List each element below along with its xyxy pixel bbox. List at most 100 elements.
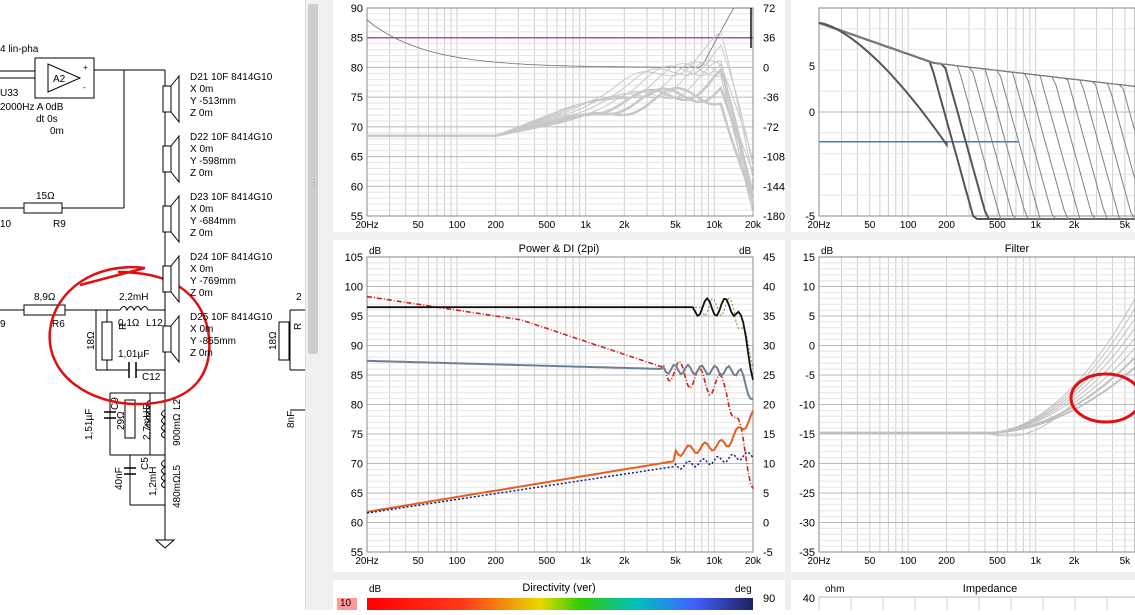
x-tick-label: 1k — [580, 556, 592, 567]
response-curve — [367, 44, 754, 167]
response-curve — [367, 63, 754, 162]
y-tick-label: 65 — [351, 488, 363, 500]
x-tick-label: 5k — [670, 556, 682, 567]
l5-value: 1,2mH — [148, 467, 159, 496]
directivity-curve — [818, 22, 1135, 87]
y-tick-label: 100 — [345, 282, 363, 294]
l2-name: L2 — [172, 398, 183, 410]
y-tick-label: 90 — [351, 3, 363, 15]
svg-text:+: + — [83, 63, 88, 72]
driver-z: Z 0m — [190, 168, 213, 179]
x-tick-label: 10k — [706, 220, 723, 231]
svg-text:A2: A2 — [53, 74, 66, 85]
right-cut-label: 2 — [296, 292, 302, 303]
y-tick-label: 80 — [351, 400, 363, 412]
driver-x: X 0m — [190, 264, 213, 275]
chart-grid — [818, 256, 1135, 553]
di-tick-label: 0 — [763, 518, 769, 530]
amp-info-3: 0m — [50, 126, 64, 137]
directivity-curve — [818, 22, 1135, 220]
x-tick-label: 500 — [989, 220, 1006, 231]
amp-ref: U33 — [0, 88, 19, 99]
directivity-curve — [818, 22, 1135, 220]
x-tick-label: 100 — [900, 220, 917, 231]
directivity-curve — [818, 22, 1135, 220]
x-tick-label: 5k — [1120, 556, 1132, 567]
y-tick-label: 55 — [351, 211, 363, 223]
x-tick-label: 2k — [619, 220, 631, 231]
power-di-chart: 20Hz 50 100 200 500 1k 2k 5k 10k 20kPower & DI (2… — [345, 243, 776, 567]
y-tick-label: 105 — [345, 252, 363, 264]
c12-name: C12 — [142, 372, 161, 383]
directivity-panel[interactable]: Directivity (ver) dB deg 10 90 — [333, 580, 785, 610]
di-curve — [366, 410, 754, 513]
inductor-l2[interactable] — [161, 409, 167, 439]
spl-right-chart: 20Hz 50 100 200 500 1k 2k 5k50-5 — [805, 7, 1135, 231]
driver-y: Y -513mm — [190, 96, 236, 107]
filter-curve — [819, 298, 1135, 434]
vertical-scrollbar[interactable]: ⋮ — [305, 0, 321, 610]
y-tick-label: 95 — [351, 311, 363, 323]
y-tick-label: 65 — [351, 152, 363, 164]
c12-value: 1,01µF — [118, 349, 149, 360]
y-tick-label: 0 — [809, 341, 815, 353]
x-tick-label: 500 — [539, 556, 556, 567]
y-tick-label: -5 — [805, 211, 815, 223]
chart-title: Power & DI (2pi) — [519, 243, 600, 255]
l12-value: 2,2mH — [119, 292, 148, 303]
driver-x: X 0m — [190, 204, 213, 215]
right-tick: 90 — [763, 593, 775, 605]
power-di-panel[interactable]: 20Hz 50 100 200 500 1k 2k 5k 10k 20k Power & DI (2… — [333, 240, 785, 572]
directivity-colormap — [367, 598, 753, 610]
x-tick-label: 2k — [619, 556, 631, 567]
filter-panel[interactable]: 20Hz 50 100 200 500 1k 2k 5k Filter dB 15 10 5 0 -5 -10… — [791, 240, 1135, 572]
driver-z: Z 0m — [190, 228, 213, 239]
impedance-chart: Impedance ohm 40 — [803, 583, 1135, 610]
c9-value: 1,51µF — [84, 409, 95, 440]
response-curve — [367, 67, 755, 204]
resistor-r6[interactable] — [23, 304, 66, 316]
y-tick-label: 75 — [351, 92, 363, 104]
directivity-curve — [818, 22, 1135, 220]
resistor-right[interactable] — [278, 321, 290, 361]
y-tick-label: 10 — [803, 282, 815, 294]
di-tick-label: 25 — [763, 370, 775, 382]
inductor-l12[interactable] — [119, 306, 149, 312]
y-tick-label: 70 — [351, 459, 363, 471]
y-tick-label: -30 — [799, 518, 815, 530]
directivity-curve — [818, 21, 1135, 220]
driver-z: Z 0m — [190, 348, 213, 359]
response-curve — [367, 86, 755, 196]
crossover-schematic[interactable]: A2 + - 4 lin-pha U33 2000Hz A 0dB dt 0s … — [0, 0, 305, 610]
scrollbar-grip-icon: ⋮ — [310, 178, 318, 187]
driver-x: X 0m — [190, 324, 213, 335]
unit-label: dB — [821, 246, 834, 257]
l5-res: 480mΩ — [172, 475, 183, 508]
y-tick-label: -10 — [799, 400, 815, 412]
spl-panel[interactable]: 20Hz 50 100 200 500 1k 2k 5k 10k 20k 90 85 80 75 70 65 6… — [333, 0, 785, 232]
r9-name: R9 — [53, 219, 66, 230]
phase-tick-label: 0 — [763, 62, 769, 74]
amp-title: 4 lin-pha — [0, 44, 39, 55]
l12-name: L12 — [146, 318, 163, 329]
directivity-curve — [818, 22, 1135, 87]
x-tick-label: 500 — [989, 556, 1006, 567]
directivity-curve — [818, 22, 1135, 220]
r18-name: R — [118, 323, 129, 330]
directivity-curve — [818, 22, 1135, 220]
resistor-r9[interactable] — [23, 202, 63, 214]
r9-value: 15Ω — [36, 191, 55, 202]
amplifier-triangle-icon: A2 + - — [34, 57, 95, 99]
resistor-18ohm[interactable] — [101, 321, 113, 361]
driver-z: Z 0m — [190, 288, 213, 299]
impedance-panel[interactable]: Impedance ohm 40 — [791, 580, 1135, 610]
y-tick-label: -25 — [799, 488, 815, 500]
chart-title: Directivity (ver) — [522, 582, 595, 594]
driver-x: X 0m — [190, 84, 213, 95]
y-tick-label: 15 — [803, 252, 815, 264]
y-tick-label: 85 — [351, 370, 363, 382]
y-tick-label: 70 — [351, 122, 363, 134]
directivity-curve — [818, 22, 1135, 220]
inductor-l5[interactable] — [161, 459, 167, 489]
spl-panel-right[interactable]: 20Hz 50 100 200 500 1k 2k 5k 5 0 -5 — [791, 0, 1135, 232]
